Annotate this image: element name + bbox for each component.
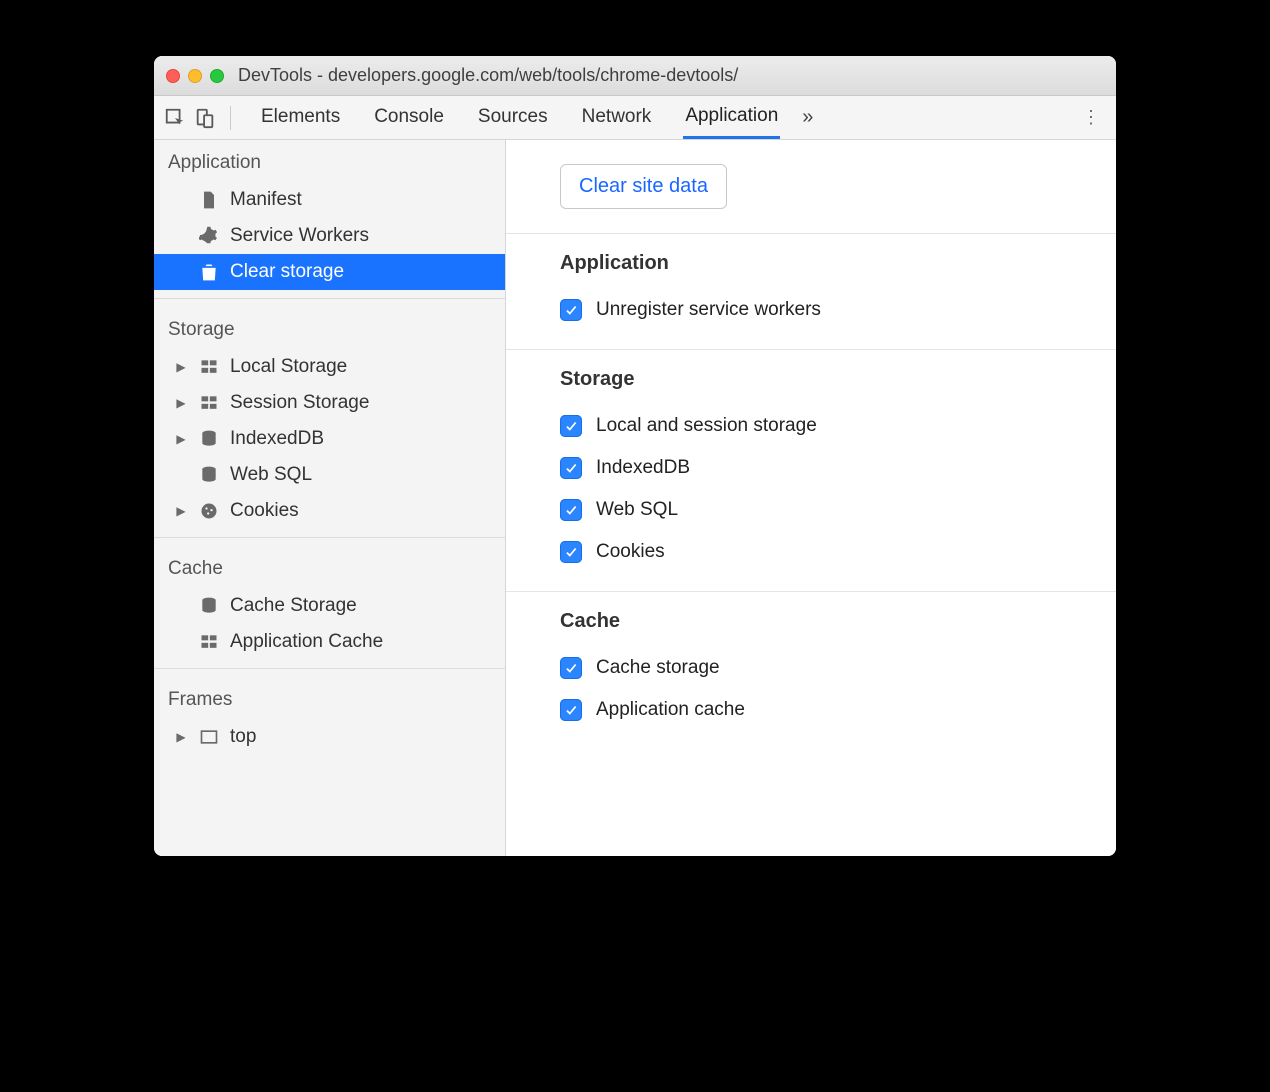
sidebar-item-label: Clear storage <box>230 261 344 283</box>
sidebar-group-storage: Storage <box>154 307 505 349</box>
disclosure-triangle-icon[interactable]: ▶ <box>174 432 188 446</box>
titlebar: DevTools - developers.google.com/web/too… <box>154 56 1116 96</box>
section-heading: Application <box>560 252 1116 275</box>
option-label: Unregister service workers <box>596 299 821 321</box>
checkbox-icon[interactable] <box>560 699 582 721</box>
option-websql[interactable]: Web SQL <box>560 489 1116 531</box>
option-label: Local and session storage <box>596 415 817 437</box>
grid-icon <box>198 392 220 414</box>
disclosure-triangle-icon[interactable]: ▶ <box>174 730 188 744</box>
device-toggle-icon[interactable] <box>194 107 216 129</box>
checkbox-icon[interactable] <box>560 657 582 679</box>
cookie-icon <box>198 500 220 522</box>
sidebar-item-session-storage[interactable]: ▶ Session Storage <box>154 385 505 421</box>
settings-menu-icon[interactable]: ⋮ <box>1076 101 1106 134</box>
checkbox-icon[interactable] <box>560 299 582 321</box>
tab-console[interactable]: Console <box>372 98 446 137</box>
sidebar-item-label: Cache Storage <box>230 595 357 617</box>
section-heading: Cache <box>560 610 1116 633</box>
gear-icon <box>198 225 220 247</box>
sidebar-item-indexeddb[interactable]: ▶ IndexedDB <box>154 421 505 457</box>
sidebar-item-application-cache[interactable]: ▶ Application Cache <box>154 624 505 660</box>
traffic-lights <box>166 69 224 83</box>
more-tabs-icon[interactable]: » <box>798 102 817 133</box>
frame-icon <box>198 726 220 748</box>
option-local-session[interactable]: Local and session storage <box>560 405 1116 447</box>
tab-sources[interactable]: Sources <box>476 98 550 137</box>
checkbox-icon[interactable] <box>560 457 582 479</box>
divider <box>154 298 505 299</box>
sidebar-item-top-frame[interactable]: ▶ top <box>154 719 505 755</box>
sidebar-item-label: top <box>230 726 256 748</box>
sidebar-item-cache-storage[interactable]: ▶ Cache Storage <box>154 588 505 624</box>
option-label: Web SQL <box>596 499 678 521</box>
sidebar-item-label: IndexedDB <box>230 428 324 450</box>
grid-icon <box>198 631 220 653</box>
option-label: Cookies <box>596 541 665 563</box>
option-cache-storage[interactable]: Cache storage <box>560 647 1116 689</box>
tab-elements[interactable]: Elements <box>259 98 342 137</box>
section-cache: Cache Cache storage Application cache <box>506 592 1116 749</box>
tab-application[interactable]: Application <box>683 97 780 139</box>
inspect-element-icon[interactable] <box>164 107 186 129</box>
sidebar-item-label: Cookies <box>230 500 299 522</box>
option-cookies[interactable]: Cookies <box>560 531 1116 573</box>
section-storage: Storage Local and session storage Indexe… <box>506 350 1116 592</box>
sidebar-item-websql[interactable]: ▶ Web SQL <box>154 457 505 493</box>
option-indexeddb[interactable]: IndexedDB <box>560 447 1116 489</box>
checkbox-icon[interactable] <box>560 499 582 521</box>
document-icon <box>198 189 220 211</box>
option-application-cache[interactable]: Application cache <box>560 689 1116 731</box>
section-heading: Storage <box>560 368 1116 391</box>
sidebar-item-label: Manifest <box>230 189 302 211</box>
panel-tabs: Elements Console Sources Network Applica… <box>259 97 780 139</box>
minimize-window-button[interactable] <box>188 69 202 83</box>
disclosure-triangle-icon[interactable]: ▶ <box>174 360 188 374</box>
section-application: Application Unregister service workers <box>506 234 1116 350</box>
sidebar-item-cookies[interactable]: ▶ Cookies <box>154 493 505 529</box>
sidebar-group-application: Application <box>154 140 505 182</box>
disclosure-triangle-icon[interactable]: ▶ <box>174 504 188 518</box>
option-unregister-sw[interactable]: Unregister service workers <box>560 289 1116 331</box>
toolbar-separator <box>230 106 231 130</box>
tab-network[interactable]: Network <box>580 98 654 137</box>
pane-top: Clear site data <box>506 140 1116 234</box>
sidebar-item-label: Session Storage <box>230 392 369 414</box>
sidebar-group-frames: Frames <box>154 677 505 719</box>
checkbox-icon[interactable] <box>560 415 582 437</box>
trash-icon <box>198 261 220 283</box>
sidebar-item-clear-storage[interactable]: ▶ Clear storage <box>154 254 505 290</box>
sidebar-item-label: Application Cache <box>230 631 383 653</box>
option-label: Cache storage <box>596 657 720 679</box>
database-icon <box>198 464 220 486</box>
window-title: DevTools - developers.google.com/web/too… <box>238 65 738 86</box>
panel-body: Application ▶ Manifest ▶ Service Workers… <box>154 140 1116 856</box>
sidebar-item-manifest[interactable]: ▶ Manifest <box>154 182 505 218</box>
option-label: IndexedDB <box>596 457 690 479</box>
disclosure-triangle-icon[interactable]: ▶ <box>174 396 188 410</box>
divider <box>154 668 505 669</box>
clear-site-data-button[interactable]: Clear site data <box>560 164 727 209</box>
devtools-window: DevTools - developers.google.com/web/too… <box>154 56 1116 856</box>
sidebar-item-local-storage[interactable]: ▶ Local Storage <box>154 349 505 385</box>
database-icon <box>198 428 220 450</box>
divider <box>154 537 505 538</box>
zoom-window-button[interactable] <box>210 69 224 83</box>
database-icon <box>198 595 220 617</box>
close-window-button[interactable] <box>166 69 180 83</box>
sidebar-item-service-workers[interactable]: ▶ Service Workers <box>154 218 505 254</box>
devtools-toolbar: Elements Console Sources Network Applica… <box>154 96 1116 140</box>
clear-storage-pane: Clear site data Application Unregister s… <box>506 140 1116 856</box>
option-label: Application cache <box>596 699 745 721</box>
sidebar-item-label: Local Storage <box>230 356 347 378</box>
sidebar-item-label: Web SQL <box>230 464 312 486</box>
sidebar-item-label: Service Workers <box>230 225 369 247</box>
application-sidebar: Application ▶ Manifest ▶ Service Workers… <box>154 140 506 856</box>
sidebar-group-cache: Cache <box>154 546 505 588</box>
grid-icon <box>198 356 220 378</box>
checkbox-icon[interactable] <box>560 541 582 563</box>
